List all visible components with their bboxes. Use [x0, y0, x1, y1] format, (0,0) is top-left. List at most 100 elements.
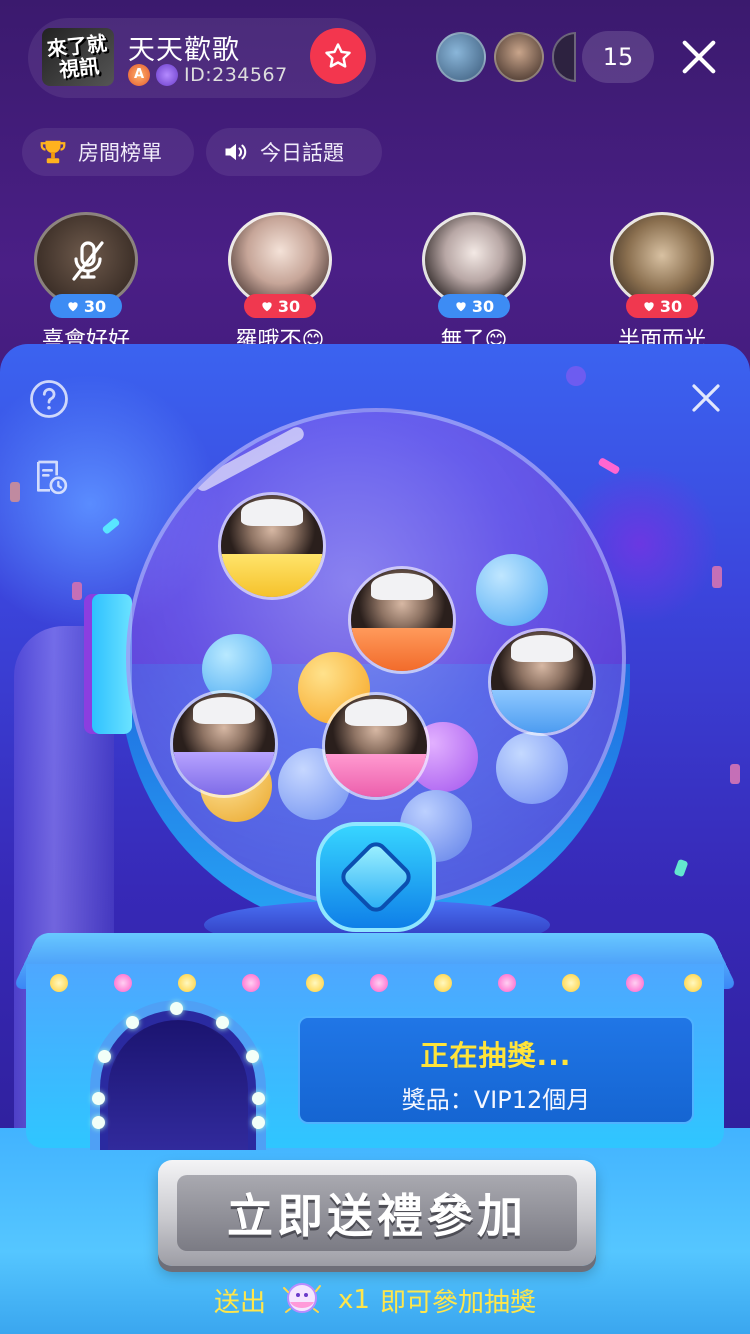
arch-light: [92, 1092, 105, 1105]
capsule-photo-hat: [345, 699, 407, 726]
level-badge-icon: A: [128, 64, 150, 86]
marquee-light: [434, 974, 452, 992]
draw-status-screen: 正在抽獎... 獎品：VIP12個月: [298, 1016, 694, 1124]
close-icon[interactable]: [680, 38, 718, 76]
marquee-light: [178, 974, 196, 992]
mic-seat[interactable]: 30 喜會好好: [34, 212, 138, 344]
marquee-light: [306, 974, 324, 992]
star-icon: [325, 43, 351, 68]
heart-count: 30: [277, 296, 301, 316]
viewer-avatar[interactable]: [436, 32, 486, 82]
capsule-dispenser: [316, 822, 436, 932]
arch-light: [92, 1116, 105, 1129]
seat-name: 羅哦不😊: [235, 328, 325, 344]
room-badges: A ID:234567: [128, 64, 288, 86]
confetti: [72, 582, 82, 600]
room-name: 天天歡歌: [128, 35, 240, 66]
gacha-ball: [496, 732, 568, 804]
capsule-photo-hat: [371, 573, 433, 600]
machine-lights: [44, 974, 710, 994]
rank-badge-icon: [156, 64, 178, 86]
heart-count: 30: [83, 296, 107, 316]
heart-badge: 30: [50, 294, 122, 318]
heart-badge: 30: [626, 294, 698, 318]
heart-count: 30: [659, 296, 683, 316]
heart-icon: [68, 302, 78, 312]
send-tip-prefix: 送出: [214, 1287, 267, 1318]
capsule-photo-hat: [241, 499, 303, 526]
seat-name: 無了😊: [440, 328, 508, 344]
today-topic-button[interactable]: 今日話題: [206, 128, 382, 176]
room-logo: 來了就 視訊: [45, 30, 108, 82]
send-tip-suffix: 即可參加抽獎: [379, 1287, 536, 1318]
heart-badge: 30: [244, 294, 316, 318]
marquee-light: [50, 974, 68, 992]
room-info[interactable]: 來了就 視訊 天天歡歌 A ID:234567: [28, 18, 376, 98]
gacha-capsule: [488, 628, 596, 736]
speaker-icon: [225, 143, 247, 161]
marquee-light: [684, 974, 702, 992]
marquee-light: [370, 974, 388, 992]
gacha-ball: [476, 554, 548, 626]
confetti: [10, 482, 20, 502]
viewer-avatars[interactable]: [436, 32, 576, 84]
room-rank-label: 房間榜單: [78, 141, 162, 165]
arch-light: [246, 1050, 259, 1063]
arch-light: [170, 1002, 183, 1015]
mic-off-icon: [72, 241, 104, 281]
mic-seat[interactable]: 30 羅哦不😊: [228, 212, 332, 344]
gacha-capsule: [170, 690, 278, 798]
room-avatar: 來了就 視訊: [42, 28, 114, 86]
mic-seat[interactable]: 30 無了😊: [422, 212, 526, 344]
gacha-capsule: [218, 492, 326, 600]
trophy-icon: [40, 140, 66, 164]
gacha-capsule: [348, 566, 456, 674]
room-id: ID:234567: [184, 64, 288, 86]
today-topic-label: 今日話題: [260, 141, 344, 165]
arch-light: [252, 1092, 265, 1105]
heart-icon: [262, 302, 272, 312]
help-icon[interactable]: [28, 378, 70, 420]
confetti: [566, 366, 586, 386]
mic-seat[interactable]: 30 半面而光: [610, 212, 714, 344]
arch-light: [126, 1016, 139, 1029]
viewer-avatar[interactable]: [494, 32, 544, 82]
draw-status: 正在抽獎...: [420, 1039, 572, 1072]
gift-icon: [283, 1283, 322, 1313]
confetti: [673, 858, 689, 878]
confetti: [712, 566, 722, 588]
arch-light: [252, 1116, 265, 1129]
arch-light: [98, 1050, 111, 1063]
capsule-shell: [491, 690, 593, 733]
room-rank-button[interactable]: 房間榜單: [22, 128, 194, 176]
capsule-photo-hat: [193, 697, 255, 724]
seat-name: 喜會好好: [41, 328, 130, 344]
arch-light: [216, 1016, 229, 1029]
seat-name: 半面而光: [617, 328, 706, 344]
marquee-light: [114, 974, 132, 992]
viewer-avatar[interactable]: [552, 32, 576, 82]
confetti: [730, 764, 740, 784]
send-tip-count: x1: [338, 1285, 370, 1315]
history-record-icon[interactable]: [30, 456, 70, 498]
heart-count: 30: [471, 296, 495, 316]
marquee-light: [242, 974, 260, 992]
capsule-shell: [221, 554, 323, 597]
close-icon[interactable]: [690, 382, 722, 414]
viewer-count[interactable]: 15: [582, 31, 654, 83]
capsule-outlet: [108, 1020, 248, 1150]
capsule-photo-hat: [511, 635, 573, 662]
join-gift-label: 立即送禮參加: [177, 1175, 577, 1251]
gacha-capsule: [322, 692, 430, 800]
capsule-shell: [173, 752, 275, 795]
follow-button[interactable]: [310, 28, 366, 84]
heart-icon: [644, 302, 654, 312]
gacha-panel: 正在抽獎... 獎品：VIP12個月 立即送禮參加 送出 x1 即可參加抽獎: [0, 344, 750, 1334]
prize-label: 獎品：VIP12個月: [401, 1086, 591, 1114]
join-gift-button[interactable]: 立即送禮參加: [158, 1160, 596, 1266]
heart-icon: [456, 302, 466, 312]
marquee-light: [626, 974, 644, 992]
marquee-light: [562, 974, 580, 992]
dispenser-gem: [336, 837, 416, 917]
marquee-light: [498, 974, 516, 992]
